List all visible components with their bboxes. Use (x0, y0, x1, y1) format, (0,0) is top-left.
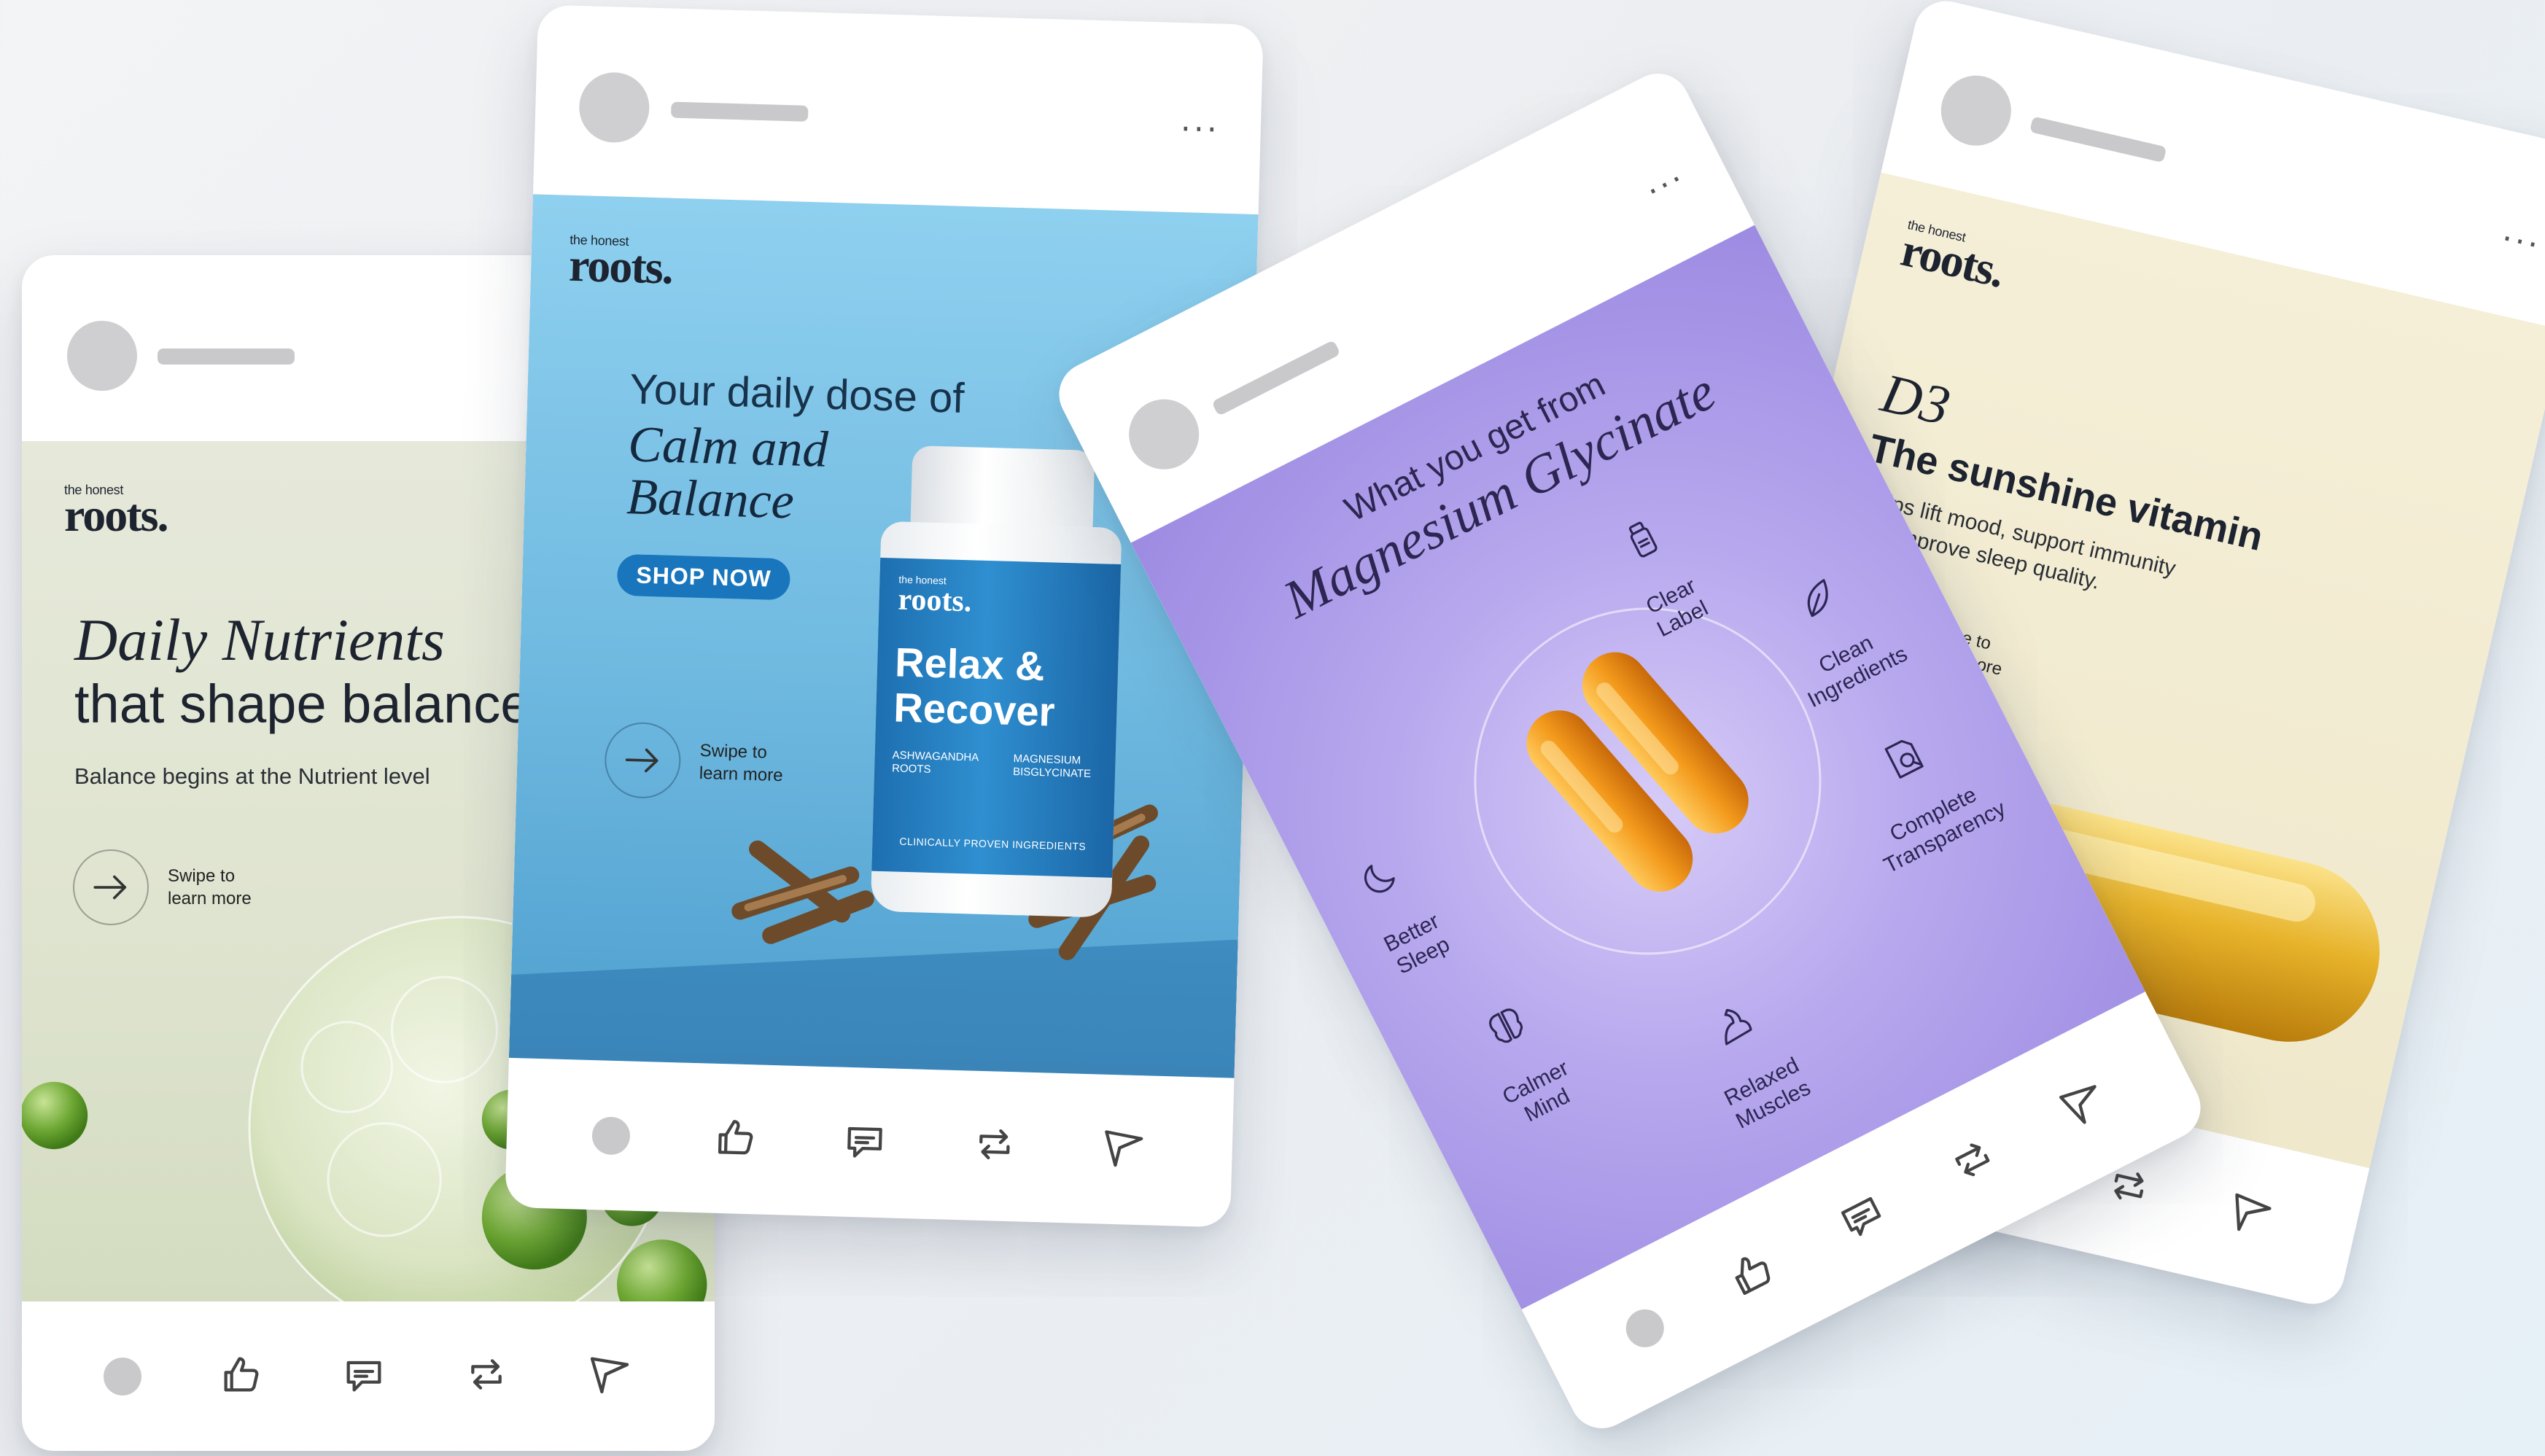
send-icon[interactable] (1100, 1124, 1148, 1176)
shop-now-button[interactable]: SHOP NOW (616, 553, 791, 601)
arrow-right-icon (93, 875, 127, 900)
brand-logo: the honest roots. (568, 232, 673, 294)
comment-icon[interactable] (1830, 1185, 1895, 1251)
arrow-right-icon (625, 748, 658, 773)
headline-italic-2: Balance (626, 469, 795, 530)
bottle-label: the honest roots. Relax & Recover ASHWAG… (871, 557, 1122, 878)
repost-icon[interactable] (463, 1351, 510, 1401)
flexed-arm-icon (1724, 1008, 1752, 1046)
green-droplet-left (22, 1081, 88, 1150)
subtitle: Balance begins at the Nutrient level (74, 763, 430, 789)
repost-icon[interactable] (971, 1121, 1019, 1172)
moon-icon (1364, 864, 1395, 892)
magnifier-document-icon (1884, 739, 1924, 779)
benefit-relaxed-muscles: Relaxed Muscles (1676, 965, 1815, 1134)
reaction-dot[interactable] (591, 1116, 631, 1156)
like-icon[interactable] (1720, 1241, 1784, 1307)
post-card-calm-and-balance[interactable]: ... the honest roots. Your daily dose of… (505, 4, 1264, 1228)
more-options-icon[interactable]: ... (1180, 101, 1220, 139)
avatar[interactable] (578, 71, 650, 144)
repost-icon[interactable] (1941, 1128, 2005, 1194)
post-header: ... (533, 4, 1264, 214)
reaction-dot[interactable] (104, 1357, 142, 1395)
product-bottle: the honest roots. Relax & Recover ASHWAG… (870, 445, 1124, 918)
headline-top: Your daily dose of (629, 365, 965, 422)
headline-italic: Daily Nutrients (74, 607, 445, 673)
benefit-complete-transparency: Complete Transparency (1824, 686, 2010, 879)
author-name-placeholder (2029, 116, 2167, 163)
benefit-calmer-mind: Calmer Mind (1454, 968, 1585, 1133)
more-options-icon[interactable]: ... (2500, 211, 2545, 256)
post-creative[interactable]: the honest roots. Your daily dose of Cal… (508, 194, 1259, 1078)
headline-regular: that shape balance (74, 674, 531, 734)
reaction-dot[interactable] (1619, 1302, 1671, 1354)
send-icon[interactable] (2052, 1072, 2116, 1138)
like-icon[interactable] (218, 1351, 265, 1401)
avatar[interactable] (1116, 387, 1211, 482)
leaf-icon (1807, 578, 1828, 617)
author-name-placeholder (158, 349, 295, 365)
send-icon[interactable] (2221, 1186, 2278, 1245)
comment-icon[interactable] (341, 1351, 387, 1401)
avatar[interactable] (67, 321, 137, 391)
more-options-icon[interactable]: ... (1636, 152, 1688, 203)
bottle-cap (910, 445, 1095, 534)
brand-logo: the honest roots. (64, 483, 168, 541)
author-name-placeholder (670, 101, 809, 122)
comment-icon[interactable] (841, 1117, 889, 1169)
d3-label: D3 (1876, 362, 1956, 437)
benefit-better-sleep: Better Sleep (1335, 821, 1455, 980)
bottle-icon (1628, 521, 1658, 558)
avatar[interactable] (1934, 69, 2018, 153)
author-name-placeholder (1211, 340, 1341, 416)
post-actions (505, 1058, 1234, 1228)
brain-icon (1489, 1008, 1523, 1043)
post-actions (22, 1301, 715, 1451)
send-icon[interactable] (586, 1351, 633, 1401)
brand-logo: the honest roots. (1896, 217, 2009, 297)
like-icon[interactable] (712, 1113, 760, 1165)
